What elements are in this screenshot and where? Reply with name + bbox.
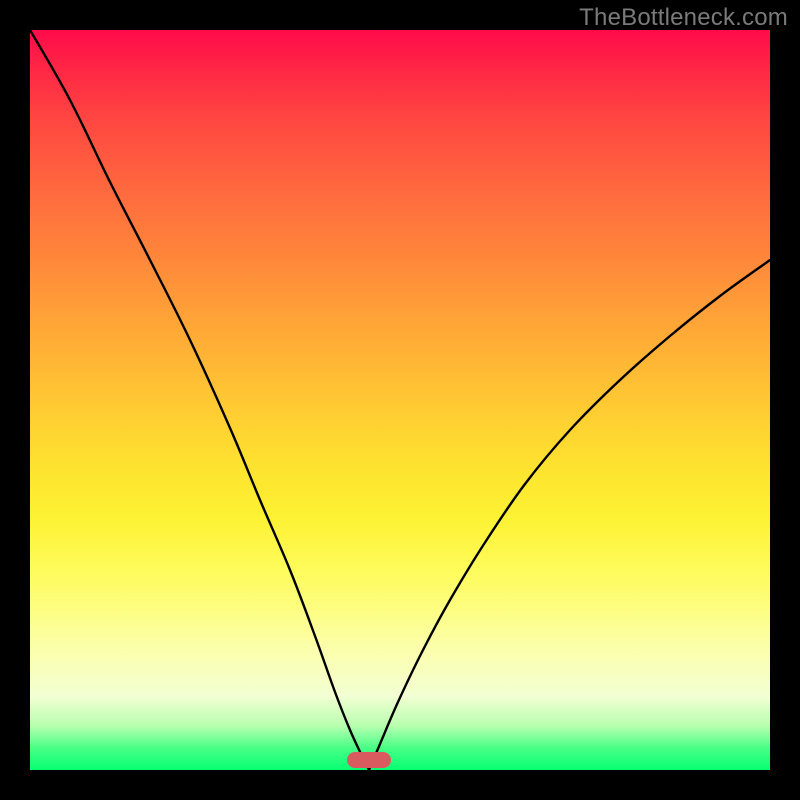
chart-frame: TheBottleneck.com	[0, 0, 800, 800]
left-curve	[30, 30, 369, 770]
curves-svg	[30, 30, 770, 770]
bottleneck-marker	[347, 752, 391, 768]
right-curve	[369, 260, 770, 770]
plot-area	[30, 30, 770, 770]
watermark-text: TheBottleneck.com	[579, 4, 788, 32]
